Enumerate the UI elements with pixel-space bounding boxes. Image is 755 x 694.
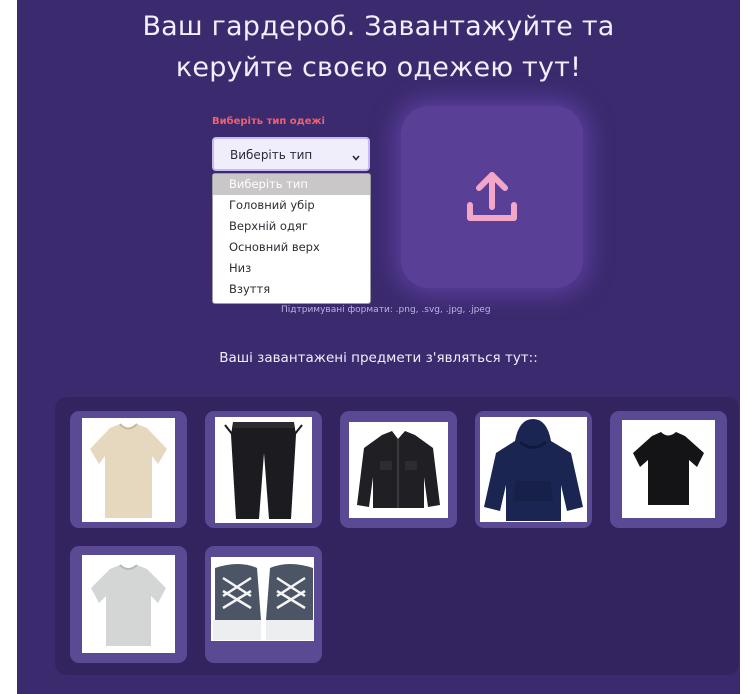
gallery-item-black-pants[interactable] [205,411,322,528]
gallery-item-beige-tshirt[interactable] [70,411,187,528]
gallery-item-black-jacket[interactable] [340,411,457,528]
selected-value: Виберіть тип [230,148,313,162]
gallery-item-black-tshirt[interactable] [610,411,727,528]
title-line-1: Ваш гардероб. Завантажуйте та [142,11,615,42]
title-line-2: керуйте своєю одежею тут! [175,52,582,83]
black-pants-image [215,417,312,523]
option-bottom[interactable]: Низ [213,258,370,279]
gallery-item-gray-tshirt[interactable] [70,546,187,663]
option-headwear[interactable]: Головний убір [213,195,370,216]
upload-icon [467,172,517,221]
black-jacket-image [349,422,448,518]
option-outerwear[interactable]: Верхній одяг [213,216,370,237]
clothing-type-dropdown: Виберіть тип Головний убір Верхній одяг … [212,173,371,304]
chevron-down-icon [352,150,360,164]
option-shoes[interactable]: Взуття [213,279,370,300]
clothing-type-label: Виберіть тип одежі [212,116,325,127]
black-tshirt-image [622,420,715,518]
supported-formats: Підтримувані формати: .png, .svg, .jpg, … [281,305,491,315]
gallery-item-navy-hoodie[interactable] [475,411,592,528]
option-select-type[interactable]: Виберіть тип [213,174,370,195]
uploaded-items-gallery [55,397,739,675]
gray-tshirt-image [82,555,175,653]
navy-hoodie-image [480,417,587,522]
wardrobe-page: Ваш гардероб. Завантажуйте та керуйте св… [17,0,740,694]
clothing-type-select[interactable]: Виберіть тип [212,137,370,171]
gallery-item-sneakers[interactable] [205,546,322,663]
beige-tshirt-image [82,418,175,522]
option-main-top[interactable]: Основний верх [213,237,370,258]
page-title: Ваш гардероб. Завантажуйте та керуйте св… [17,6,740,88]
sneakers-image [211,557,314,641]
gallery-heading: Ваші завантажені предмети з'являться тут… [219,350,538,366]
upload-button[interactable] [401,106,583,288]
